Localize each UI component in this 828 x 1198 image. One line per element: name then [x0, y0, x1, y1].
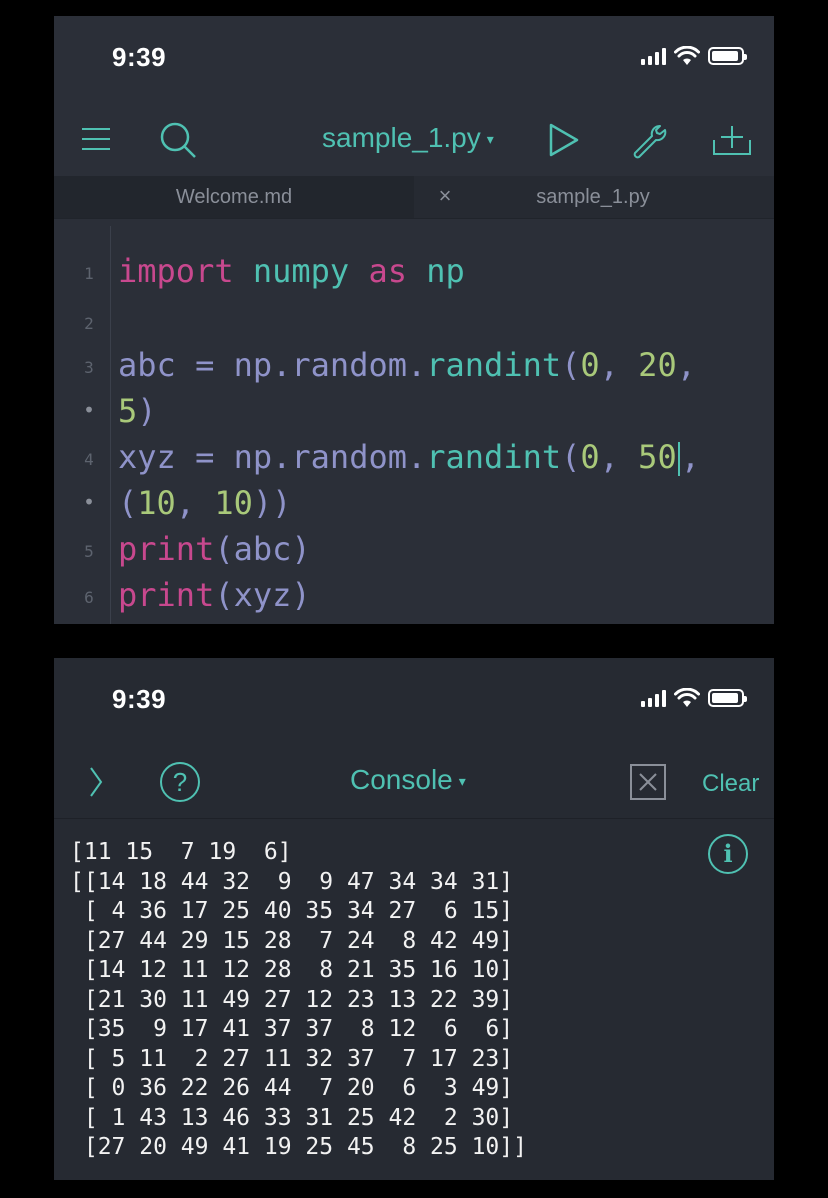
wifi-icon [674, 46, 700, 65]
status-bar: 9:39 [54, 658, 774, 742]
chevron-right-icon[interactable] [88, 766, 104, 798]
close-tab-icon[interactable]: × [430, 176, 460, 216]
code-line: 2 [54, 298, 774, 344]
code-line: 5 print(abc) [54, 526, 774, 572]
number: 0 [580, 346, 600, 384]
function-name: randint [426, 346, 562, 384]
separator: , [676, 346, 696, 384]
paren: )) [252, 484, 292, 522]
wrap-indicator: • [82, 398, 96, 422]
call-args: (abc) [214, 530, 311, 568]
tab-welcome-md[interactable]: Welcome.md [54, 176, 414, 218]
info-icon: i [723, 839, 733, 868]
builtin-function: print [118, 576, 215, 614]
module-path: np.random. [233, 438, 427, 476]
code-line-wrap: • (10, 10)) [54, 480, 774, 526]
variable: abc [118, 346, 176, 384]
separator: , [680, 438, 700, 476]
operator: = [175, 438, 234, 476]
console-panel: 9:39 ? Console ▾ Clear i [11 15 7 19 6] [… [54, 658, 774, 1180]
help-icon: ? [172, 767, 188, 797]
text-cursor [677, 442, 680, 476]
module-alias: np [426, 252, 465, 290]
code-line: 6 print(xyz) [54, 572, 774, 618]
number: 0 [580, 438, 600, 476]
status-time: 9:39 [112, 684, 167, 714]
line-number: 6 [84, 588, 94, 607]
operator: = [175, 346, 234, 384]
separator: , [599, 438, 639, 476]
settings-wrench-icon[interactable] [630, 122, 668, 160]
cellular-signal-icon [641, 47, 666, 65]
separator: , [175, 484, 215, 522]
menu-icon[interactable] [80, 124, 112, 154]
number: 5 [118, 392, 138, 430]
new-file-icon[interactable] [712, 122, 752, 158]
status-time: 9:39 [112, 42, 167, 72]
code-editor[interactable]: 1 import numpy as np 2 3 abc = np.random… [54, 218, 774, 624]
console-title: Console [350, 764, 453, 795]
console-output: [11 15 7 19 6] [[14 18 44 32 9 9 47 34 3… [70, 839, 527, 1160]
keyword: as [368, 252, 407, 290]
clear-button[interactable]: Clear [702, 770, 759, 798]
wrap-indicator: • [82, 490, 96, 514]
paren: ( [118, 484, 138, 522]
editor-panel: 9:39 sample_1.py ▾ Welcome.md × sample_1.… [54, 16, 774, 624]
paren: ( [561, 346, 581, 384]
module-name: numpy [252, 252, 350, 290]
run-icon[interactable] [548, 122, 580, 158]
tab-bar: Welcome.md × sample_1.py [54, 176, 774, 219]
close-console-icon[interactable] [630, 764, 666, 800]
chevron-down-icon: ▾ [458, 773, 466, 790]
info-button[interactable]: i [708, 834, 748, 874]
file-title: sample_1.py [322, 122, 481, 153]
status-icons [641, 688, 747, 708]
status-bar: 9:39 [54, 16, 774, 100]
line-number: 5 [84, 542, 94, 561]
code-line: 1 import numpy as np [54, 248, 774, 294]
number: 10 [214, 484, 253, 522]
variable: xyz [118, 438, 176, 476]
code-line-wrap: • 5) [54, 388, 774, 434]
wifi-icon [674, 688, 700, 707]
module-path: np.random. [233, 346, 427, 384]
builtin-function: print [118, 530, 215, 568]
search-icon[interactable] [158, 120, 198, 160]
file-title-dropdown[interactable]: sample_1.py ▾ [322, 122, 494, 154]
code-line: 3 abc = np.random.randint(0, 20, [54, 342, 774, 388]
paren: ) [137, 392, 157, 430]
number: 50 [638, 438, 677, 476]
cellular-signal-icon [641, 689, 666, 707]
line-number: 2 [84, 314, 94, 333]
call-args: (xyz) [214, 576, 311, 614]
status-icons [641, 46, 747, 66]
number: 20 [638, 346, 677, 384]
separator: , [599, 346, 639, 384]
paren: ( [561, 438, 581, 476]
battery-icon [708, 47, 747, 65]
help-button[interactable]: ? [160, 762, 200, 802]
line-number: 1 [84, 264, 94, 283]
console-title-dropdown[interactable]: Console ▾ [350, 764, 466, 796]
number: 10 [137, 484, 176, 522]
function-name: randint [426, 438, 562, 476]
line-number: 3 [84, 358, 94, 377]
line-number: 4 [84, 450, 94, 469]
keyword: import [118, 252, 234, 290]
tab-sample-1-py[interactable]: sample_1.py [468, 176, 718, 218]
battery-icon [708, 689, 747, 707]
code-line: 4 xyz = np.random.randint(0, 50, [54, 434, 774, 480]
chevron-down-icon: ▾ [486, 131, 494, 148]
